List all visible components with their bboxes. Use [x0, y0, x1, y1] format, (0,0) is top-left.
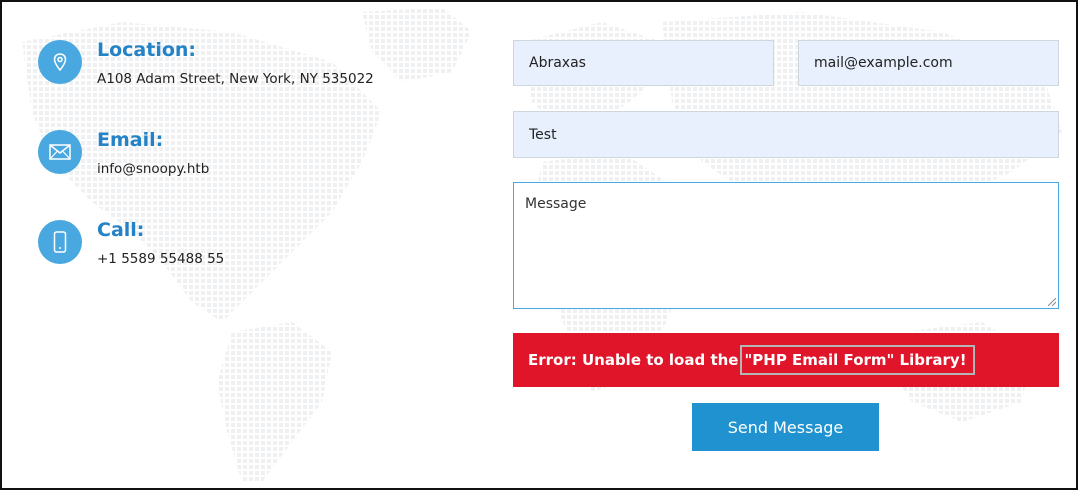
name-input[interactable]: Abraxas — [513, 40, 774, 86]
location-title: Location: — [97, 39, 197, 61]
envelope-icon — [38, 130, 82, 174]
email-item: Email: info@snoopy.htb — [38, 129, 458, 200]
send-message-button[interactable]: Send Message — [692, 403, 879, 451]
call-item: Call: +1 5589 55488 55 — [38, 219, 458, 290]
email-text: info@snoopy.htb — [97, 161, 210, 177]
map-pin-icon — [38, 40, 82, 84]
message-textarea[interactable]: Message — [513, 182, 1059, 309]
subject-input-value: Test — [529, 126, 557, 143]
name-input-value: Abraxas — [529, 55, 586, 71]
phone-icon — [38, 220, 82, 264]
resize-grip-icon[interactable] — [1048, 298, 1056, 306]
call-text: +1 5589 55488 55 — [97, 251, 225, 267]
error-prefix: Error: Unable to load the — [528, 351, 739, 369]
email-input-value: mail@example.com — [814, 55, 953, 71]
location-item: Location: A108 Adam Street, New York, NY… — [38, 39, 458, 110]
email-input[interactable]: mail@example.com — [798, 40, 1059, 86]
message-placeholder: Message — [525, 196, 587, 212]
call-title: Call: — [97, 219, 145, 241]
subject-input[interactable]: Test — [513, 111, 1059, 158]
error-message: Error: Unable to load the "PHP Email For… — [513, 333, 1059, 387]
email-title: Email: — [97, 129, 164, 151]
location-text: A108 Adam Street, New York, NY 535022 — [97, 71, 374, 87]
contact-section: Location: A108 Adam Street, New York, NY… — [0, 0, 1078, 490]
error-highlight: "PHP Email Form" Library! — [740, 345, 975, 375]
